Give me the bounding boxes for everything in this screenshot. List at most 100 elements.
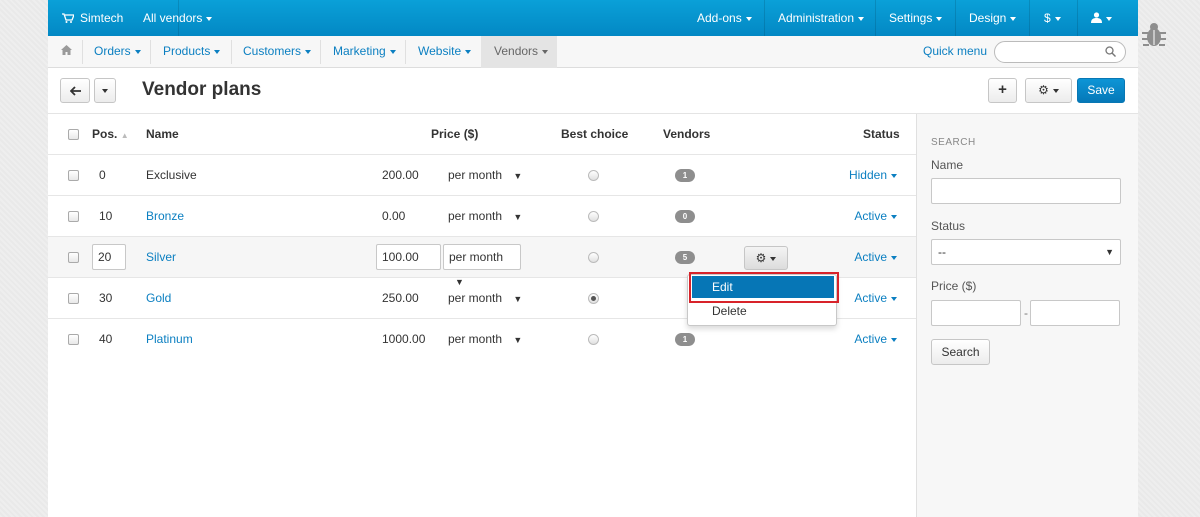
tab-customers-label: Customers (243, 44, 302, 58)
row-checkbox[interactable] (68, 293, 79, 304)
table-header-row: Pos. ▲ Name Price ($) Best choice Vendor… (48, 114, 916, 155)
chevron-down-icon (305, 49, 312, 54)
status-dropdown[interactable]: Active (828, 319, 897, 360)
plan-period[interactable]: per month ▼ (448, 278, 522, 319)
menu-addons[interactable]: Add-ons (697, 0, 752, 36)
menu-settings[interactable]: Settings (889, 0, 943, 36)
chevron-down-icon (745, 16, 752, 21)
status-select-value: -- (938, 245, 946, 259)
plan-price: 200.00 (382, 168, 419, 182)
store-brand[interactable]: Simtech (62, 0, 123, 36)
row-actions-button[interactable]: ⚙ (744, 246, 788, 270)
tab-orders-label: Orders (94, 44, 131, 58)
row-checkbox[interactable] (68, 334, 79, 345)
best-choice-radio[interactable] (588, 211, 599, 222)
sidebar-heading: SEARCH (931, 137, 976, 148)
plan-name-link[interactable]: Gold (146, 278, 171, 319)
tab-orders[interactable]: Orders (94, 36, 141, 67)
menu-user[interactable] (1091, 0, 1112, 36)
plan-period[interactable]: per month ▼ (448, 319, 522, 360)
position-input[interactable]: 20 (92, 244, 126, 270)
vendors-count-badge: 5 (675, 251, 695, 264)
tab-products[interactable]: Products (163, 36, 221, 67)
row-checkbox[interactable] (68, 211, 79, 222)
price-range-separator: - (1024, 306, 1028, 320)
quick-menu-link[interactable]: Quick menu (923, 36, 987, 67)
chevron-down-icon (891, 296, 897, 301)
search-button[interactable]: Search (931, 339, 990, 365)
plan-name-link[interactable]: Silver (146, 237, 176, 278)
section-navigation: Orders Products Customers Marketing Webs… (48, 36, 1138, 68)
menu-design[interactable]: Design (969, 0, 1017, 36)
price-to-input[interactable] (1030, 300, 1120, 326)
table-row[interactable]: 10 Bronze 0.00 per month ▼ 0 Active (48, 196, 916, 237)
tab-vendors[interactable]: Vendors (494, 36, 549, 67)
sort-asc-icon: ▲ (120, 131, 129, 140)
plan-period[interactable]: per month ▼ (448, 196, 522, 237)
chevron-down-icon: ▼ (513, 335, 523, 345)
plan-period-label: per month (448, 291, 503, 305)
chevron-down-icon (891, 337, 897, 342)
select-all-checkbox[interactable] (68, 129, 79, 140)
chevron-down-icon: ▼ (1105, 247, 1114, 257)
back-button[interactable] (60, 78, 90, 103)
name-search-input[interactable] (931, 178, 1121, 204)
gear-icon: ⚙ (755, 251, 767, 265)
menu-item-delete[interactable]: Delete (692, 300, 834, 322)
tab-marketing[interactable]: Marketing (333, 36, 396, 67)
plan-period-label: per month (448, 332, 503, 346)
tab-website[interactable]: Website (418, 36, 472, 67)
quick-search-input[interactable] (994, 41, 1126, 63)
column-status-header[interactable]: Status (863, 114, 900, 155)
vendor-selector[interactable]: All vendors (143, 0, 213, 36)
chevron-down-icon (1054, 16, 1061, 21)
history-dropdown-button[interactable] (94, 78, 116, 103)
save-button[interactable]: Save (1077, 78, 1125, 103)
debug-bug-icon[interactable] (1141, 20, 1167, 50)
status-select[interactable]: -- ▼ (931, 239, 1121, 265)
vendors-count-badge: 1 (675, 333, 695, 346)
best-choice-radio[interactable] (588, 252, 599, 263)
price-input[interactable]: 100.00 (376, 244, 441, 270)
plan-name-link[interactable]: Bronze (146, 196, 184, 237)
status-dropdown[interactable]: Hidden (828, 155, 897, 196)
chevron-down-icon (1052, 88, 1059, 93)
best-choice-radio-selected[interactable] (588, 293, 599, 304)
menu-currency[interactable]: $ (1044, 0, 1061, 36)
admin-page: Simtech All vendors Add-ons Administrati… (48, 0, 1138, 517)
menu-administration[interactable]: Administration (778, 0, 865, 36)
status-dropdown[interactable]: Active (828, 196, 897, 237)
plan-position: 10 (99, 209, 113, 223)
plan-period[interactable]: per month ▼ (448, 155, 522, 196)
row-checkbox[interactable] (68, 252, 79, 263)
price-from-input[interactable] (931, 300, 1021, 326)
best-choice-radio[interactable] (588, 170, 599, 181)
add-plan-button[interactable]: + (988, 78, 1017, 103)
home-icon[interactable] (61, 36, 72, 67)
chevron-down-icon (770, 256, 777, 261)
chevron-down-icon (891, 255, 897, 260)
column-name-header[interactable]: Name (146, 114, 179, 155)
plan-price: 250.00 (382, 291, 419, 305)
chevron-down-icon (858, 16, 865, 21)
table-row[interactable]: 0 Exclusive 200.00 per month ▼ 1 Hidden (48, 155, 916, 196)
chevron-down-icon (542, 49, 549, 54)
column-vendors-header[interactable]: Vendors (663, 114, 710, 155)
user-icon (1091, 12, 1102, 23)
column-pos-header[interactable]: Pos. ▲ (92, 114, 129, 155)
vendor-selector-label: All vendors (143, 11, 203, 25)
row-checkbox[interactable] (68, 170, 79, 181)
plan-name-link[interactable]: Platinum (146, 319, 193, 360)
tab-customers[interactable]: Customers (243, 36, 312, 67)
price-label: Price ($) (931, 279, 977, 293)
column-price-header[interactable]: Price ($) (431, 114, 478, 155)
period-select[interactable]: per month ▼ (443, 244, 521, 287)
arrow-left-icon (69, 86, 81, 96)
chevron-down-icon (214, 49, 221, 54)
settings-dropdown-button[interactable]: ⚙ (1025, 78, 1072, 103)
brand-label: Simtech (80, 11, 124, 25)
vendors-count-badge: 0 (675, 210, 695, 223)
column-best-choice-header[interactable]: Best choice (561, 114, 628, 155)
best-choice-radio[interactable] (588, 334, 599, 345)
period-select-label: per month (449, 250, 504, 264)
